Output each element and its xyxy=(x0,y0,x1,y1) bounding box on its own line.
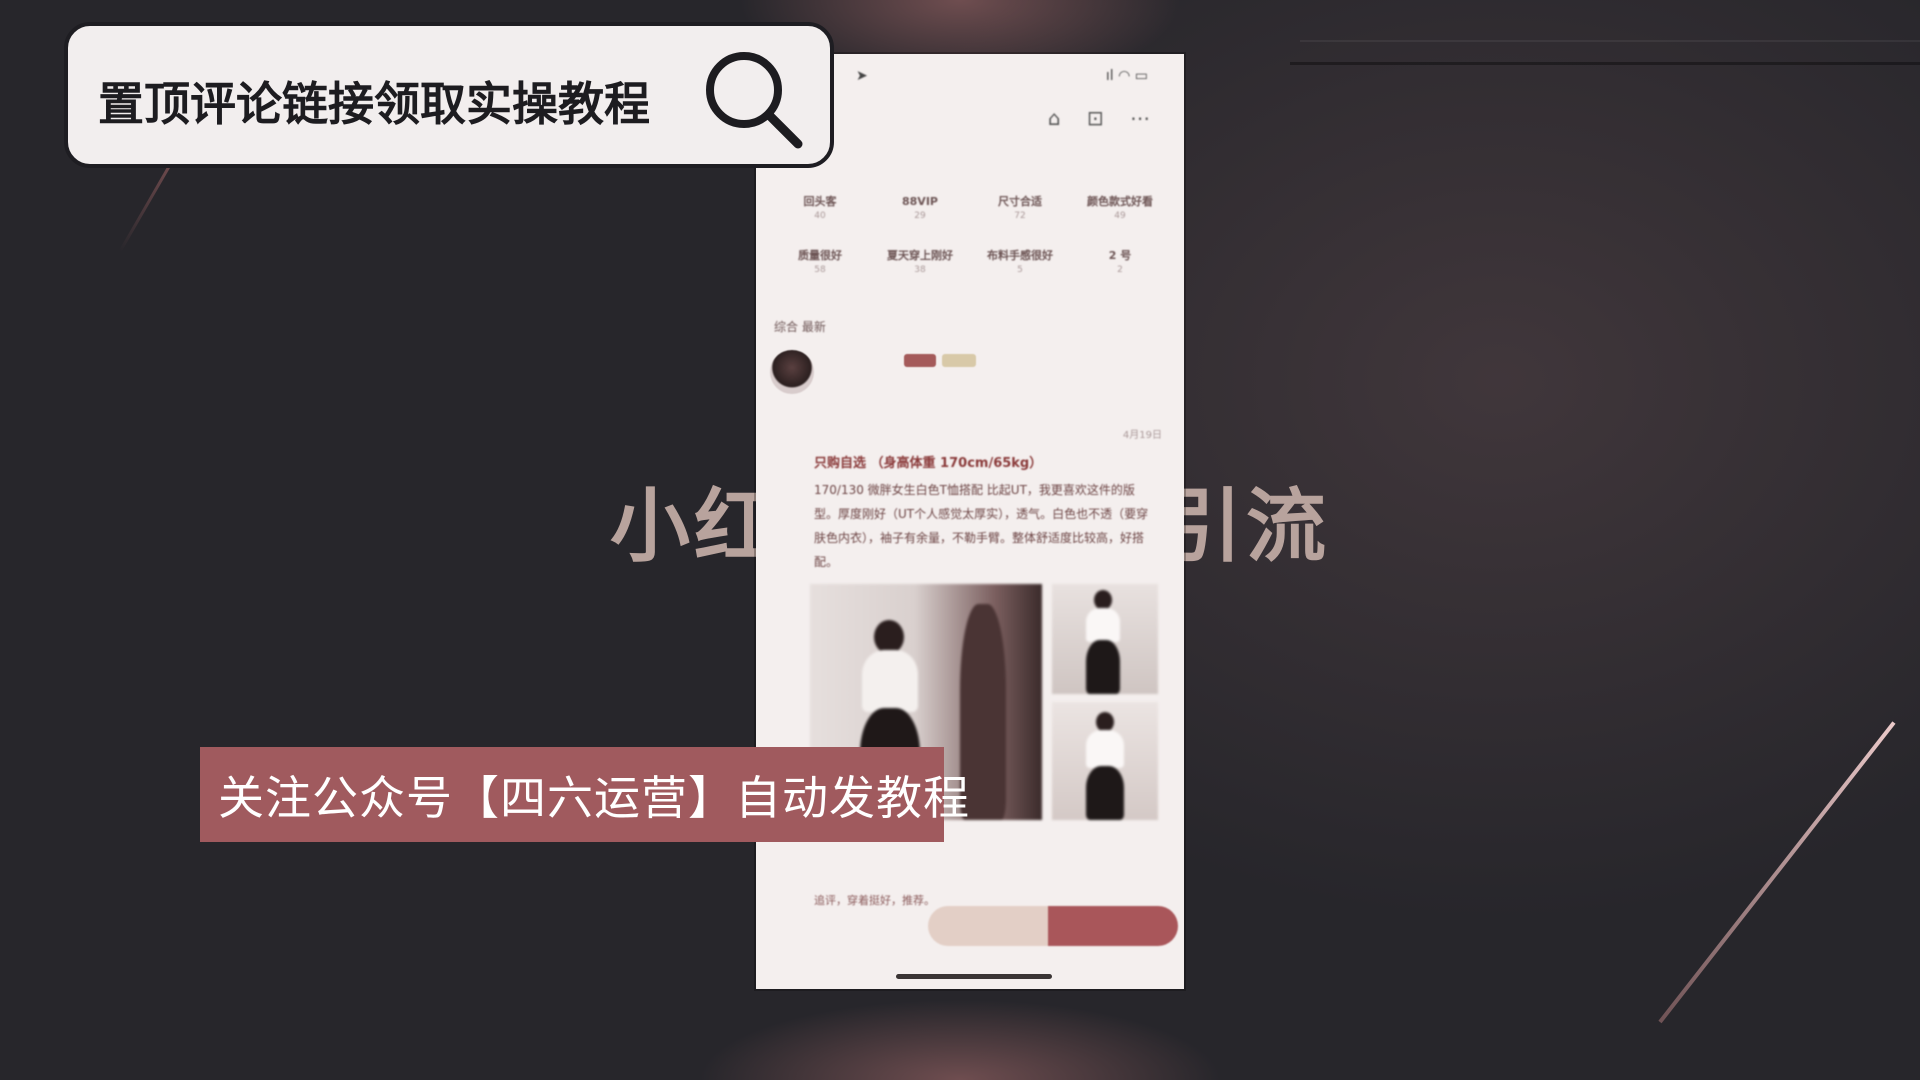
search-icon xyxy=(706,52,803,149)
review-tag[interactable]: 2 号2 xyxy=(1070,248,1170,278)
review-tag[interactable]: 布料手感很好 5 xyxy=(970,248,1070,278)
review-body: 170/130 微胖女生白色T恤搭配 比起UT，我更喜欢这件的版型。厚度刚好（U… xyxy=(814,483,1149,569)
follow-banner: 关注公众号【四六运营】自动发教程 xyxy=(200,747,969,842)
review-tag[interactable]: 尺寸合适 72 xyxy=(970,194,1070,224)
review-tag[interactable]: 回头客 40 xyxy=(770,194,870,224)
review-title: 只购自选 （身高体重 170cm/65kg） xyxy=(814,456,1043,471)
review-tag[interactable]: 质量很好 58 xyxy=(770,248,870,278)
review-tag[interactable]: 颜色款式好看 49 xyxy=(1070,194,1170,224)
status-icons: ıl ◠ ▭ xyxy=(1105,68,1148,84)
follow-up-comment: 追评，穿着挺好，推荐。 xyxy=(814,894,935,907)
review-tag[interactable]: 夏天穿上刚好 38 xyxy=(870,248,970,278)
phone-screenshot: ➤ ıl ◠ ▭ ⌂ ⊡ ⋯ 回头客 40 88VIP 29 尺寸合适 72 颜色款式… xyxy=(756,54,1184,989)
home-indicator[interactable] xyxy=(896,974,1052,979)
review-tag-grid: 回头客 40 88VIP 29 尺寸合适 72 颜色款式好看 49 质量很好 58 夏天穿… xyxy=(770,194,1170,278)
decorative-line xyxy=(1300,40,1920,42)
decorative-line xyxy=(1290,62,1920,65)
review-photo[interactable] xyxy=(1052,584,1158,694)
bottom-action-button[interactable] xyxy=(928,906,1178,946)
status-time: ➤ xyxy=(856,68,868,84)
avatar[interactable] xyxy=(770,350,814,394)
vip-badge xyxy=(904,354,936,367)
review-tag[interactable]: 88VIP 29 xyxy=(870,194,970,224)
background-title-left: 小红 xyxy=(610,480,778,573)
search-banner: 置顶评论链接领取实操教程 xyxy=(64,22,834,168)
level-badge xyxy=(942,354,976,367)
decorative-stripe xyxy=(1658,721,1896,1024)
review-date: 4月19日 xyxy=(1122,430,1162,441)
sort-tabs[interactable]: 综合 最新 xyxy=(774,318,826,335)
top-action-icons[interactable]: ⌂ ⊡ ⋯ xyxy=(1048,106,1160,130)
follow-banner-text: 关注公众号【四六运营】自动发教程 xyxy=(218,770,970,825)
background-title-right: 引流 xyxy=(1162,480,1330,573)
search-banner-text: 置顶评论链接领取实操教程 xyxy=(98,77,650,131)
review-photo[interactable] xyxy=(1052,702,1158,820)
